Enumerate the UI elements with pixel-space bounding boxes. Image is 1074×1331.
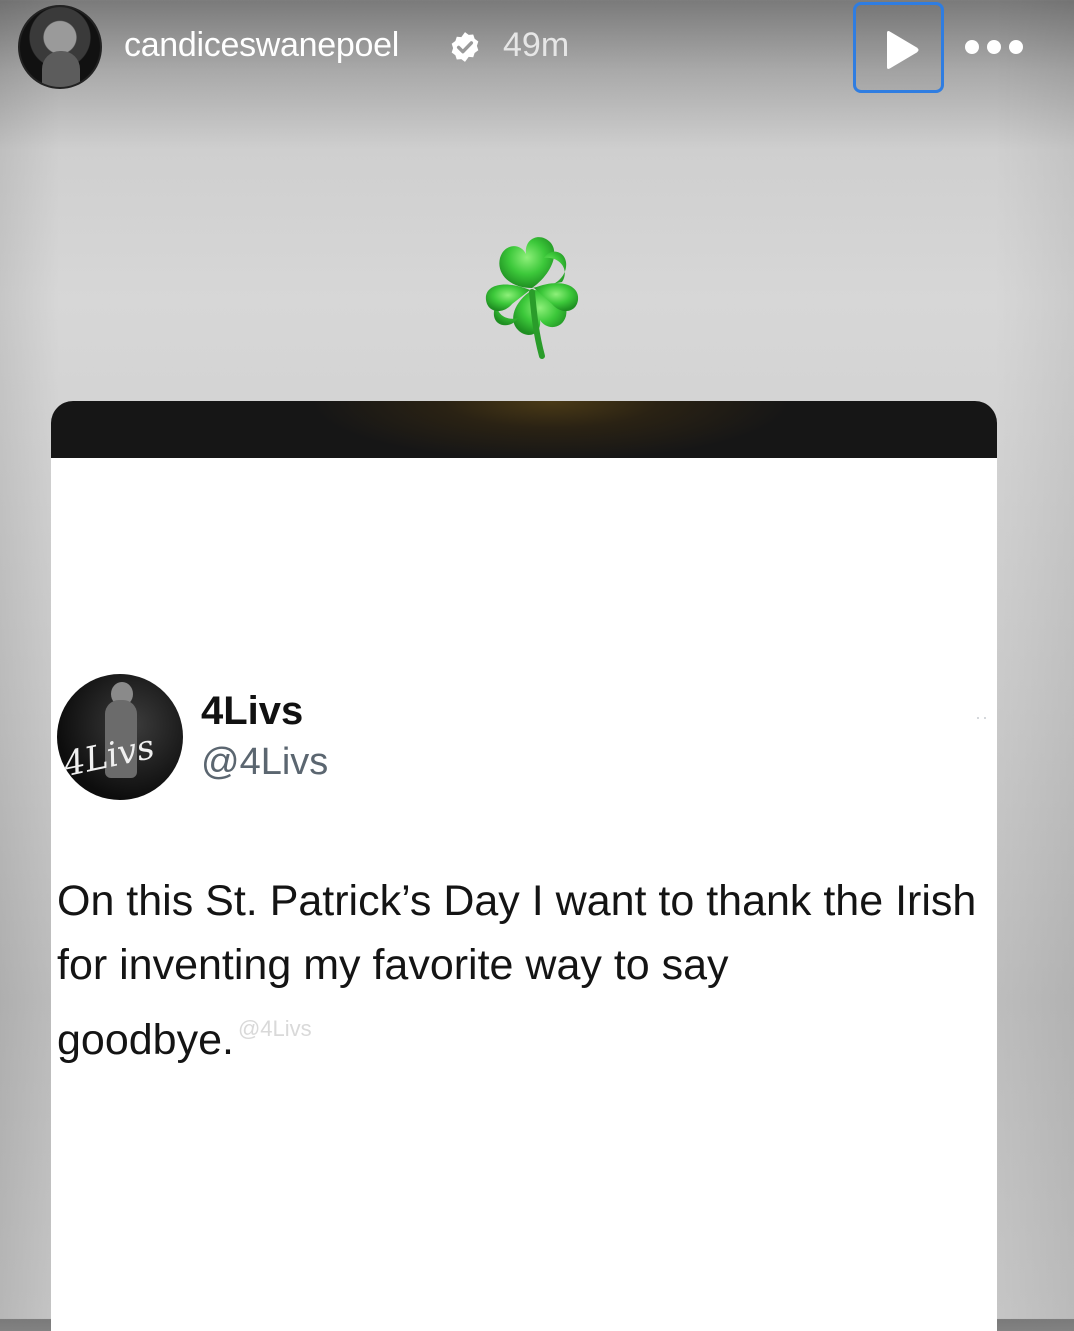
verified-badge-icon [451, 32, 479, 62]
story-time: 49m [503, 26, 570, 64]
card-top-bar [51, 401, 997, 458]
background-shade-right [994, 0, 1074, 1319]
four-leaf-clover-icon [485, 237, 579, 359]
tweet-handle[interactable]: @4Livs [201, 741, 328, 784]
tweet-watermark: @4Livs [237, 1016, 312, 1041]
profile-avatar[interactable] [18, 5, 102, 89]
play-icon [887, 31, 919, 69]
story-username[interactable]: candiceswanepoel [124, 26, 399, 65]
avatar-signature: 4Livs [59, 726, 158, 786]
tweet-avatar[interactable]: 4Livs [57, 674, 183, 800]
tweet-card[interactable]: 4Livs 4Livs @4Livs ·· On this St. Patric… [51, 401, 997, 1331]
story-header: candiceswanepoel 49m [0, 0, 1074, 100]
more-options-icon[interactable] [962, 30, 1026, 64]
tweet-text: On this St. Patrick’s Day I want to than… [57, 869, 987, 1072]
tweet-text-content: On this St. Patrick’s Day I want to than… [57, 877, 977, 1064]
tweet-display-name[interactable]: 4Livs [201, 689, 303, 734]
play-button[interactable] [853, 2, 944, 93]
tweet-more-icon[interactable]: ·· [975, 707, 989, 728]
